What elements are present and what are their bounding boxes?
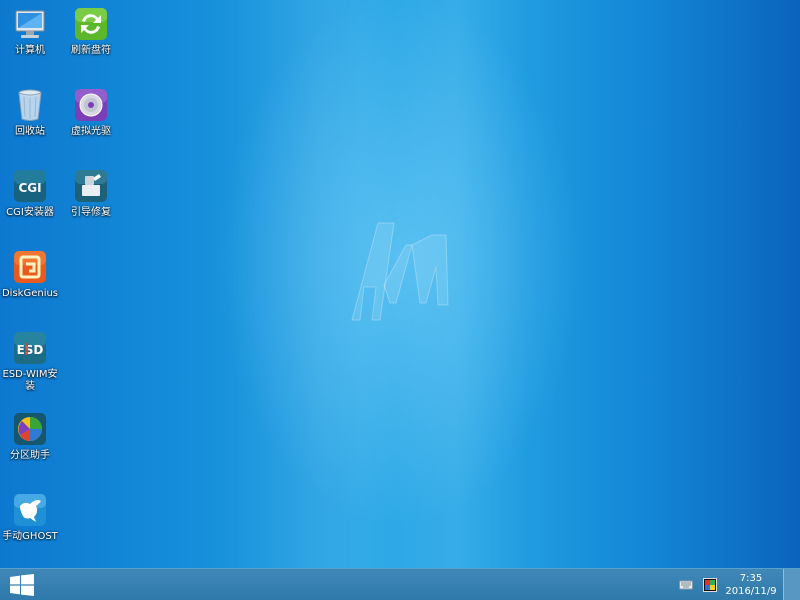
ghost-icon (14, 494, 46, 526)
desktop-icon-label: 虚拟光驱 (71, 126, 111, 137)
start-button[interactable] (0, 569, 44, 600)
desktop-icon-label: 回收站 (15, 126, 45, 137)
cgi-installer-icon: CGI (14, 170, 46, 202)
desktop-icon-label: 分区助手 (10, 450, 50, 461)
desktop-icon-cgi-installer[interactable]: CGI CGI安装器 (0, 168, 62, 219)
windows-logo-icon (10, 574, 34, 596)
desktop-icon-label: CGI安装器 (6, 207, 54, 218)
desktop-icon-boot-repair[interactable]: 引导修复 (59, 168, 123, 219)
desktop-icon-recycle-bin[interactable]: 回收站 (0, 87, 62, 138)
virtual-drive-icon (75, 89, 107, 121)
computer-icon (15, 10, 45, 38)
desktop-icon-esd-wim-installer[interactable]: ESD ESD-WIM安装 (0, 330, 62, 393)
desktop-icon-virtual-drive[interactable]: 虚拟光驱 (59, 87, 123, 138)
partition-assistant-icon (14, 413, 46, 445)
desktop-icon-label: ESD-WIM安装 (2, 369, 58, 392)
boot-repair-icon (75, 170, 107, 202)
desktop-icon-ghost[interactable]: 手动GHOST (0, 492, 62, 543)
recycle-bin-icon (18, 89, 42, 121)
system-clock[interactable]: 7:35 2016/11/9 (722, 572, 780, 598)
am-logo-watermark (351, 222, 449, 321)
desktop-icon-computer[interactable]: 计算机 (0, 6, 62, 57)
esd-badge-text: ESD (17, 343, 44, 357)
desktop-icon-label: 引导修复 (71, 207, 111, 218)
clock-date: 2016/11/9 (725, 586, 777, 597)
keyboard-icon[interactable] (679, 578, 693, 592)
clock-time: 7:35 (739, 573, 763, 584)
desktop-icon-label: 刷新盘符 (71, 45, 111, 56)
show-desktop-button[interactable] (783, 569, 800, 600)
desktop-icon-diskgenius[interactable]: DiskGenius (0, 249, 62, 300)
esd-wim-installer-icon: ESD (14, 332, 46, 364)
diskgenius-icon (14, 251, 46, 283)
desktop-icon-label: 计算机 (15, 45, 45, 56)
display-color-icon[interactable] (703, 578, 717, 592)
desktop-icon-label: DiskGenius (1, 288, 59, 299)
desktop-icon-label: 手动GHOST (2, 531, 58, 542)
desktop[interactable]: 计算机 回收站 CGI CGI安装器 DiskGenius ESD ESD-WI… (0, 0, 800, 568)
desktop-icon-partition-assistant[interactable]: 分区助手 (0, 411, 62, 462)
taskbar: 7:35 2016/11/9 (0, 568, 800, 600)
desktop-icon-refresh-drives[interactable]: 刷新盘符 (59, 6, 123, 57)
cgi-badge-text: CGI (18, 181, 41, 195)
refresh-drives-icon (75, 8, 107, 40)
